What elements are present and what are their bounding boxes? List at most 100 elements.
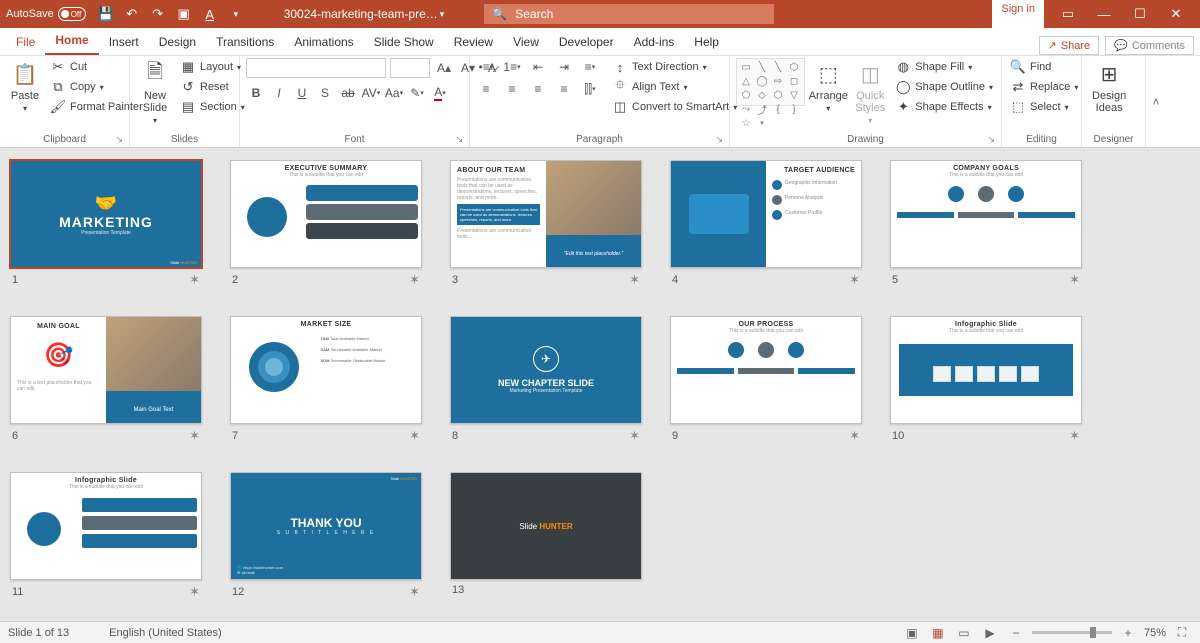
- bold-button[interactable]: B: [246, 84, 266, 102]
- tab-animations[interactable]: Animations: [284, 29, 363, 55]
- slide-thumbnail[interactable]: 🤝MARKETINGPresentation TemplateSlide HUN…: [10, 160, 202, 288]
- normal-view-button[interactable]: ▣: [902, 625, 922, 641]
- section-button[interactable]: ▤Section▾: [178, 98, 247, 116]
- align-right-button[interactable]: ≡: [528, 80, 548, 98]
- change-case-button[interactable]: Aa▾: [384, 84, 404, 102]
- strikethrough-button[interactable]: ab: [338, 84, 358, 102]
- tab-design[interactable]: Design: [149, 29, 206, 55]
- font-family-combo[interactable]: [246, 58, 386, 78]
- slide-thumbnail[interactable]: TARGET AUDIENCEGeographic informationPer…: [670, 160, 862, 288]
- increase-indent-button[interactable]: ⇥: [554, 58, 574, 76]
- sign-in-button[interactable]: Sign in: [992, 0, 1044, 28]
- fit-to-window-button[interactable]: ⛶: [1172, 625, 1192, 641]
- slide-counter[interactable]: Slide 1 of 13: [8, 627, 69, 639]
- align-center-button[interactable]: ≡: [502, 80, 522, 98]
- zoom-out-button[interactable]: −: [1006, 625, 1026, 641]
- tab-insert[interactable]: Insert: [99, 29, 149, 55]
- slide-thumbnail[interactable]: Slide HUNTERTHANK YOUS U B T I T L E H E…: [230, 472, 422, 600]
- slide-thumbnail[interactable]: ✈NEW CHAPTER SLIDEMarketing Presentation…: [450, 316, 642, 444]
- close-icon[interactable]: ✕: [1158, 0, 1194, 28]
- shape-effects-button[interactable]: ✦Shape Effects▾: [893, 98, 995, 116]
- tab-view[interactable]: View: [503, 29, 549, 55]
- qat-customize-icon[interactable]: ▾: [228, 6, 244, 22]
- font-color-qat-icon[interactable]: A: [202, 6, 218, 22]
- highlight-button[interactable]: ✎▾: [407, 84, 427, 102]
- save-icon[interactable]: 💾: [98, 6, 114, 22]
- slide-sorter-view[interactable]: 🤝MARKETINGPresentation TemplateSlide HUN…: [0, 148, 1200, 621]
- tab-add-ins[interactable]: Add-ins: [624, 29, 685, 55]
- italic-button[interactable]: I: [269, 84, 289, 102]
- line-spacing-button[interactable]: ≡▾: [580, 58, 600, 76]
- arrange-button[interactable]: ⬚ Arrange▾: [809, 58, 847, 115]
- slide-thumbnail[interactable]: MARKET SIZETAM Total Available MarketSAM…: [230, 316, 422, 444]
- zoom-in-button[interactable]: +: [1118, 625, 1138, 641]
- zoom-slider[interactable]: [1032, 631, 1112, 634]
- zoom-level[interactable]: 75%: [1144, 627, 1166, 639]
- numbering-button[interactable]: 1≡▾: [502, 58, 522, 76]
- shape-fill-button[interactable]: ◍Shape Fill▾: [893, 58, 995, 76]
- slide-thumbnail[interactable]: Slide HUNTER13: [450, 472, 642, 600]
- slide-thumbnail[interactable]: EXECUTIVE SUMMARYThis is a subtitle that…: [230, 160, 422, 288]
- slide-thumbnail[interactable]: MAIN GOAL🎯This is a text placeholder tha…: [10, 316, 202, 444]
- quick-styles-button[interactable]: ◫ Quick Styles▾: [851, 58, 889, 127]
- minimize-icon[interactable]: —: [1086, 0, 1122, 28]
- slide-number: 1: [12, 274, 18, 286]
- present-icon[interactable]: ▣: [176, 6, 192, 22]
- slide-thumbnail[interactable]: COMPANY GOALSThis is a subtitle that you…: [890, 160, 1082, 288]
- underline-button[interactable]: U: [292, 84, 312, 102]
- search-box[interactable]: 🔍 Search: [484, 4, 774, 24]
- tab-home[interactable]: Home: [45, 27, 98, 55]
- font-color-button[interactable]: A▾: [430, 84, 450, 102]
- select-button[interactable]: ⬚Select▾: [1008, 98, 1080, 116]
- char-spacing-button[interactable]: AV▾: [361, 84, 381, 102]
- paragraph-launcher-icon[interactable]: ↘: [715, 134, 723, 145]
- paste-button[interactable]: 📋 Paste ▾: [6, 58, 44, 115]
- tab-developer[interactable]: Developer: [549, 29, 624, 55]
- comments-button[interactable]: 💬Comments: [1105, 36, 1194, 55]
- columns-button[interactable]: ⫿⫿▾: [580, 80, 600, 98]
- decrease-indent-button[interactable]: ⇤: [528, 58, 548, 76]
- reading-view-button[interactable]: ▭: [954, 625, 974, 641]
- shapes-gallery[interactable]: ▭╲╲⬡△◯ ⇨◻⬠◇⬡▽ ⤳⤴{}☆▾: [736, 58, 805, 106]
- text-direction-button[interactable]: ↕Text Direction▾: [610, 58, 739, 76]
- justify-button[interactable]: ≡: [554, 80, 574, 98]
- collapse-ribbon-button[interactable]: ˄: [1146, 56, 1166, 147]
- clipboard-launcher-icon[interactable]: ↘: [115, 134, 123, 145]
- find-button[interactable]: 🔍Find: [1008, 58, 1080, 76]
- slide-thumbnail[interactable]: OUR PROCESSThis is a subtitle that you c…: [670, 316, 862, 444]
- convert-smartart-button[interactable]: ◫Convert to SmartArt▾: [610, 98, 739, 116]
- doc-title-dropdown-icon[interactable]: ▾: [440, 9, 445, 20]
- maximize-icon[interactable]: ☐: [1122, 0, 1158, 28]
- tab-file[interactable]: File: [6, 29, 45, 55]
- slide-thumbnail[interactable]: ABOUT OUR TEAMPresentations are communic…: [450, 160, 642, 288]
- document-title[interactable]: 30024-marketing-team-pre…: [284, 7, 438, 21]
- layout-button[interactable]: ▦Layout▾: [178, 58, 247, 76]
- slide-sorter-view-button[interactable]: ▦: [928, 625, 948, 641]
- shadow-button[interactable]: S: [315, 84, 335, 102]
- redo-icon[interactable]: ↷: [150, 6, 166, 22]
- reset-button[interactable]: ↺Reset: [178, 78, 247, 96]
- share-button[interactable]: ↗Share: [1039, 36, 1100, 55]
- design-ideas-button[interactable]: ⊞ Design Ideas: [1088, 58, 1130, 116]
- slide-thumbnail[interactable]: Infographic SlideThis is a subtitle that…: [890, 316, 1082, 444]
- language-status[interactable]: English (United States): [109, 627, 222, 639]
- undo-icon[interactable]: ↶: [124, 6, 140, 22]
- autosave-toggle[interactable]: AutoSave Off: [6, 7, 86, 21]
- tab-help[interactable]: Help: [684, 29, 729, 55]
- replace-button[interactable]: ⇄Replace▾: [1008, 78, 1080, 96]
- tab-review[interactable]: Review: [444, 29, 503, 55]
- bullets-button[interactable]: •≡▾: [476, 58, 496, 76]
- font-size-combo[interactable]: [390, 58, 430, 78]
- drawing-launcher-icon[interactable]: ↘: [987, 134, 995, 145]
- ribbon-display-icon[interactable]: ▭: [1050, 0, 1086, 28]
- align-text-button[interactable]: ⯐Align Text▾: [610, 78, 739, 96]
- tab-slide-show[interactable]: Slide Show: [364, 29, 444, 55]
- new-slide-button[interactable]: 🗎 New Slide ▾: [136, 58, 174, 127]
- slide-thumbnail[interactable]: Infographic SlideThis is a subtitle that…: [10, 472, 202, 600]
- align-left-button[interactable]: ≡: [476, 80, 496, 98]
- increase-font-icon[interactable]: A▴: [434, 59, 454, 77]
- slideshow-view-button[interactable]: ▶: [980, 625, 1000, 641]
- tab-transitions[interactable]: Transitions: [206, 29, 284, 55]
- shape-outline-button[interactable]: ◯Shape Outline▾: [893, 78, 995, 96]
- font-launcher-icon[interactable]: ↘: [455, 134, 463, 145]
